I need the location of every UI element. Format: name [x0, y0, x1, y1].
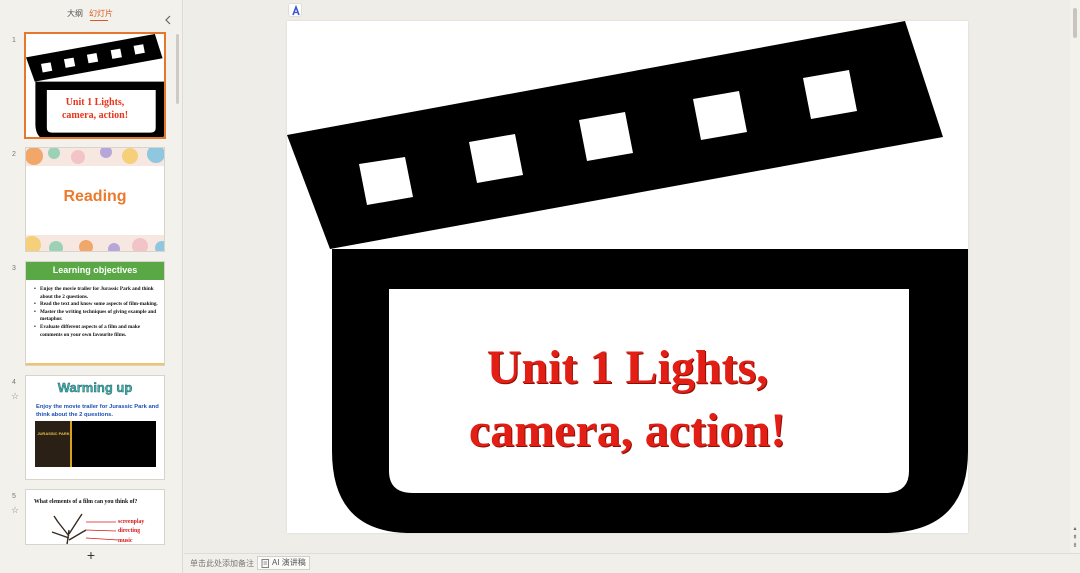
tab-slides[interactable]: 幻灯片: [89, 8, 113, 19]
bullet-item: Enjoy the movie trailer for Jurassic Par…: [34, 286, 159, 301]
tab-outline[interactable]: 大纲: [67, 8, 83, 19]
notes-status-bar: 单击此处添加备注 AI 演讲稿: [184, 553, 1080, 573]
ai-script-label: AI 演讲稿: [272, 558, 306, 567]
thumbnail-header: Learning objectives: [52, 265, 138, 275]
element-label: directing: [118, 528, 141, 534]
bullet-item: Evaluate different aspects of a film and…: [34, 324, 159, 339]
video-player[interactable]: JURASSIC PARK: [35, 421, 156, 467]
poster-title: JURASSIC PARK: [37, 431, 70, 436]
slide-title-line1: Unit 1 Lights,: [486, 341, 769, 394]
slide-thumbnail-2[interactable]: Reading: [25, 147, 165, 252]
ai-assistant-icon[interactable]: [288, 3, 302, 17]
thumbnail-title-line1: Unit 1 Lights,: [65, 97, 125, 108]
slide-thumbnail-4[interactable]: Warming up Enjoy the movie trailer for J…: [25, 375, 165, 480]
thumbnail-scrollbar[interactable]: [176, 34, 179, 104]
add-slide-button[interactable]: +: [84, 548, 98, 562]
clapperboard-icon: [26, 34, 164, 137]
element-label: music: [118, 538, 133, 544]
scroll-up-icon[interactable]: ▴: [1072, 525, 1078, 532]
chevron-left-icon[interactable]: [163, 14, 173, 26]
slide-thumbnail-5[interactable]: What elements of a film can you think of…: [25, 489, 165, 545]
slide-thumbnail-1[interactable]: Unit 1 Lights, camera, action!: [24, 32, 166, 139]
scrollbar-thumb[interactable]: [1073, 8, 1077, 38]
bullet-item: Read the text and know some aspects of f…: [34, 301, 159, 309]
slide-number: 3: [12, 265, 16, 272]
active-tab-indicator: [90, 20, 108, 21]
thumbnail-text: Enjoy the movie trailer for Jurassic Par…: [36, 404, 159, 418]
slide-number: 1: [12, 37, 16, 44]
page-down-icon[interactable]: ⇟: [1072, 542, 1078, 549]
panel-tabs: 大纲 幻灯片: [0, 8, 183, 25]
star-icon[interactable]: ☆: [11, 505, 19, 516]
notes-input[interactable]: 单击此处添加备注: [190, 558, 254, 569]
thumbnail-header-bar: Learning objectives: [26, 262, 164, 280]
movie-poster: JURASSIC PARK: [35, 421, 72, 467]
document-icon: [261, 558, 269, 568]
bullet-item: Master the writing techniques of giving …: [34, 309, 159, 324]
element-label: screenplay: [118, 519, 145, 525]
slide-number: 5: [12, 493, 16, 500]
star-icon[interactable]: ☆: [11, 391, 19, 402]
slide-number: 2: [12, 151, 16, 158]
slide-title-line2: camera, action!: [468, 404, 787, 457]
slide-title[interactable]: Unit 1 Lights, camera, action!: [287, 336, 968, 462]
thumbnail-title: Reading: [63, 188, 127, 205]
ai-script-button[interactable]: AI 演讲稿: [257, 556, 310, 570]
thumbnail-title: Warming up: [57, 380, 133, 395]
page-up-icon[interactable]: ⇞: [1072, 534, 1078, 541]
footer-bar: [26, 363, 164, 365]
slide-number: 4: [12, 379, 16, 386]
bullet-list: Enjoy the movie trailer for Jurassic Par…: [34, 286, 159, 339]
slide-thumbnail-panel: 大纲 幻灯片 1 Unit 1 Lights, camera, action!: [0, 0, 183, 573]
tree-icon: [51, 513, 119, 544]
vertical-scrollbar[interactable]: ▴ ⇞ ⇟: [1070, 0, 1080, 553]
slide-canvas[interactable]: Unit 1 Lights, camera, action!: [287, 21, 968, 533]
slide-thumbnail-3[interactable]: Learning objectives Enjoy the movie trai…: [25, 261, 165, 366]
thumbnail-title-line2: camera, action!: [61, 110, 129, 121]
thumbnail-question: What elements of a film can you think of…: [34, 499, 138, 505]
